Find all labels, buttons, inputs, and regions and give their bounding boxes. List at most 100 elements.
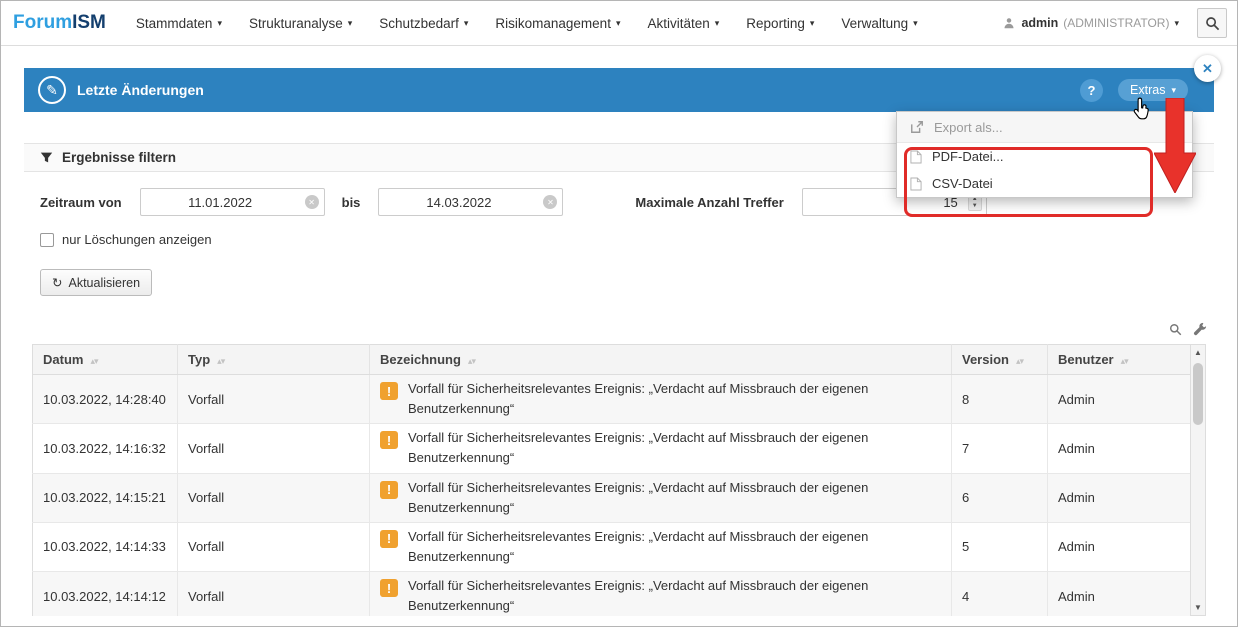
table-row[interactable]: 10.03.2022, 14:14:33 Vorfall !Vorfall fü… bbox=[33, 522, 1191, 571]
refresh-button[interactable]: ↻ Aktualisieren bbox=[40, 269, 152, 296]
search-icon bbox=[1169, 323, 1182, 336]
sort-icons[interactable]: ▴▾ bbox=[468, 356, 475, 366]
warning-icon: ! bbox=[380, 382, 398, 400]
cell-bezeichnung: ! Vorfall für Sicherheitsrelevantes Ereig… bbox=[370, 473, 952, 522]
cell-datum: 10.03.2022, 14:28:40 bbox=[33, 375, 178, 424]
user-name: admin bbox=[1021, 16, 1058, 30]
date-to-input[interactable] bbox=[378, 188, 563, 216]
cell-benutzer: Admin bbox=[1048, 375, 1191, 424]
filter-funnel-icon bbox=[40, 151, 53, 164]
sort-icons[interactable]: ▴▾ bbox=[1121, 356, 1128, 366]
bezeichnung-text: Vorfall für Sicherheitsrelevantes Ereign… bbox=[408, 527, 941, 567]
close-button[interactable]: ✕ bbox=[1194, 55, 1221, 82]
extras-dropdown-menu: Export als... PDF-Datei... CSV-Datei bbox=[896, 111, 1193, 198]
menu-item-label: CSV-Datei bbox=[932, 176, 993, 191]
column-header-typ[interactable]: Typ ▴▾ bbox=[178, 345, 370, 375]
warning-icon: ! bbox=[380, 431, 398, 449]
sort-icons[interactable]: ▴▾ bbox=[1016, 356, 1023, 366]
scroll-down-icon[interactable]: ▼ bbox=[1194, 603, 1202, 612]
user-role: (ADMINISTRATOR) bbox=[1063, 16, 1169, 30]
brand-logo[interactable]: ForumISM bbox=[13, 12, 106, 34]
column-header-benutzer[interactable]: Benutzer▴▾ bbox=[1048, 345, 1191, 375]
column-header-version[interactable]: Version▴▾ bbox=[952, 345, 1048, 375]
date-from-input[interactable] bbox=[140, 188, 325, 216]
spinner-down-icon: ▼ bbox=[972, 203, 978, 209]
search-button[interactable] bbox=[1197, 8, 1227, 38]
table-row[interactable]: 10.03.2022, 14:16:32 Vorfall !Vorfall fü… bbox=[33, 424, 1191, 473]
panel-controls: ? Extras ▾ bbox=[1080, 79, 1188, 102]
results-table: Datum▴▾ Typ ▴▾ Bezeichnung▴▾ Version▴▾ Be… bbox=[32, 344, 1190, 616]
column-label: Typ bbox=[188, 352, 210, 367]
menu-item-pdf-datei[interactable]: PDF-Datei... bbox=[897, 143, 1192, 170]
chevron-down-icon: ▾ bbox=[464, 18, 469, 29]
nav-item-aktivitaeten[interactable]: Aktivitäten▾ bbox=[647, 16, 719, 31]
warning-icon: ! bbox=[380, 481, 398, 499]
refresh-icon: ↻ bbox=[52, 275, 62, 290]
nav-item-risikomanagement[interactable]: Risikomanagement▾ bbox=[495, 16, 620, 31]
cell-bezeichnung: !Vorfall für Sicherheitsrelevantes Ereig… bbox=[370, 424, 952, 473]
nav-item-verwaltung[interactable]: Verwaltung ▾ bbox=[841, 16, 917, 31]
bezeichnung-text: Vorfall für Sicherheitsrelevantes Ereign… bbox=[408, 478, 941, 518]
search-icon bbox=[1205, 16, 1220, 31]
nav-item-schutzbedarf[interactable]: Schutzbedarf ▾ bbox=[379, 16, 468, 31]
nav-item-strukturanalyse[interactable]: Strukturanalyse▾ bbox=[249, 16, 352, 31]
deletions-checkbox-label: nur Löschungen anzeigen bbox=[62, 232, 212, 247]
cell-bezeichnung: ! Vorfall für Sicherheitsrelevantes Ereig… bbox=[370, 375, 952, 424]
menu-item-csv-datei[interactable]: CSV-Datei bbox=[897, 170, 1192, 197]
cell-typ: Vorfall bbox=[178, 375, 370, 424]
user-icon bbox=[1003, 17, 1015, 29]
table-settings-button[interactable] bbox=[1193, 322, 1207, 336]
chevron-down-icon: ▾ bbox=[810, 18, 815, 29]
scrollbar-thumb[interactable] bbox=[1193, 363, 1203, 425]
nav-item-label: Stammdaten bbox=[136, 16, 213, 31]
help-button[interactable]: ? bbox=[1080, 79, 1103, 102]
cell-benutzer: Admin bbox=[1048, 572, 1191, 616]
nav-item-stammdaten[interactable]: Stammdaten ▾ bbox=[136, 16, 222, 31]
cell-version: 4 bbox=[952, 572, 1048, 616]
cell-version: 7 bbox=[952, 424, 1048, 473]
chevron-down-icon: ▾ bbox=[1174, 18, 1179, 29]
nav-item-label: Verwaltung bbox=[841, 16, 908, 31]
cell-version: 6 bbox=[952, 473, 1048, 522]
clear-icon[interactable]: ✕ bbox=[305, 195, 319, 209]
deletions-checkbox[interactable] bbox=[40, 233, 54, 247]
column-header-datum[interactable]: Datum▴▾ bbox=[33, 345, 178, 375]
nav-item-label: Reporting bbox=[746, 16, 805, 31]
table-search-button[interactable] bbox=[1169, 323, 1182, 336]
user-menu[interactable]: admin (ADMINISTRATOR) ▾ bbox=[1021, 16, 1179, 30]
dropdown-header-export-als: Export als... bbox=[897, 112, 1192, 143]
nav-item-label: Aktivitäten bbox=[647, 16, 709, 31]
table-row[interactable]: 10.03.2022, 14:15:21 Vorfall !Vorfall fü… bbox=[33, 473, 1191, 522]
nav-item-reporting[interactable]: Reporting ▾ bbox=[746, 16, 814, 31]
scroll-up-icon[interactable]: ▲ bbox=[1194, 348, 1202, 357]
extras-button[interactable]: Extras ▾ bbox=[1118, 79, 1188, 101]
csv-file-icon bbox=[910, 177, 922, 191]
table-header-row: Datum▴▾ Typ ▴▾ Bezeichnung▴▾ Version▴▾ Be… bbox=[33, 345, 1191, 375]
bezeichnung-text: Vorfall für Sicherheitsrelevantes Ereign… bbox=[408, 379, 941, 419]
brand-part-2: ISM bbox=[72, 12, 106, 33]
results-table-clip: Datum▴▾ Typ ▴▾ Bezeichnung▴▾ Version▴▾ Be… bbox=[32, 344, 1190, 616]
sort-icons[interactable]: ▴▾ bbox=[217, 356, 224, 366]
dropdown-header-label: Export als... bbox=[934, 120, 1003, 135]
date-from-wrap: ✕ bbox=[140, 188, 325, 216]
menu-item-label: PDF-Datei... bbox=[932, 149, 1004, 164]
main-menu: Stammdaten ▾ Strukturanalyse▾ Schutzbedar… bbox=[136, 16, 918, 31]
bis-label: bis bbox=[342, 195, 361, 210]
cell-datum: 10.03.2022, 14:14:33 bbox=[33, 522, 178, 571]
chevron-down-icon: ▾ bbox=[913, 18, 918, 29]
date-to-wrap: ✕ bbox=[378, 188, 563, 216]
nav-item-label: Schutzbedarf bbox=[379, 16, 459, 31]
page-title: Letzte Änderungen bbox=[77, 82, 204, 98]
cell-benutzer: Admin bbox=[1048, 522, 1191, 571]
filter-section-title: Ergebnisse filtern bbox=[62, 150, 176, 165]
column-header-bezeichnung[interactable]: Bezeichnung▴▾ bbox=[370, 345, 952, 375]
zeitraum-von-label: Zeitraum von bbox=[40, 195, 122, 210]
table-row[interactable]: 10.03.2022, 14:14:12 Vorfall !Vorfall fü… bbox=[33, 572, 1191, 616]
results-table-zone: Datum▴▾ Typ ▴▾ Bezeichnung▴▾ Version▴▾ Be… bbox=[32, 344, 1206, 616]
top-navbar: ForumISM Stammdaten ▾ Strukturanalyse▾ Sc… bbox=[1, 1, 1237, 46]
vertical-scrollbar[interactable]: ▲ ▼ bbox=[1190, 344, 1206, 616]
table-row[interactable]: 10.03.2022, 14:28:40 Vorfall ! Vorfall fü… bbox=[33, 375, 1191, 424]
pdf-file-icon bbox=[910, 150, 922, 164]
sort-icons[interactable]: ▴▾ bbox=[90, 356, 97, 366]
chevron-down-icon: ▾ bbox=[217, 18, 222, 29]
